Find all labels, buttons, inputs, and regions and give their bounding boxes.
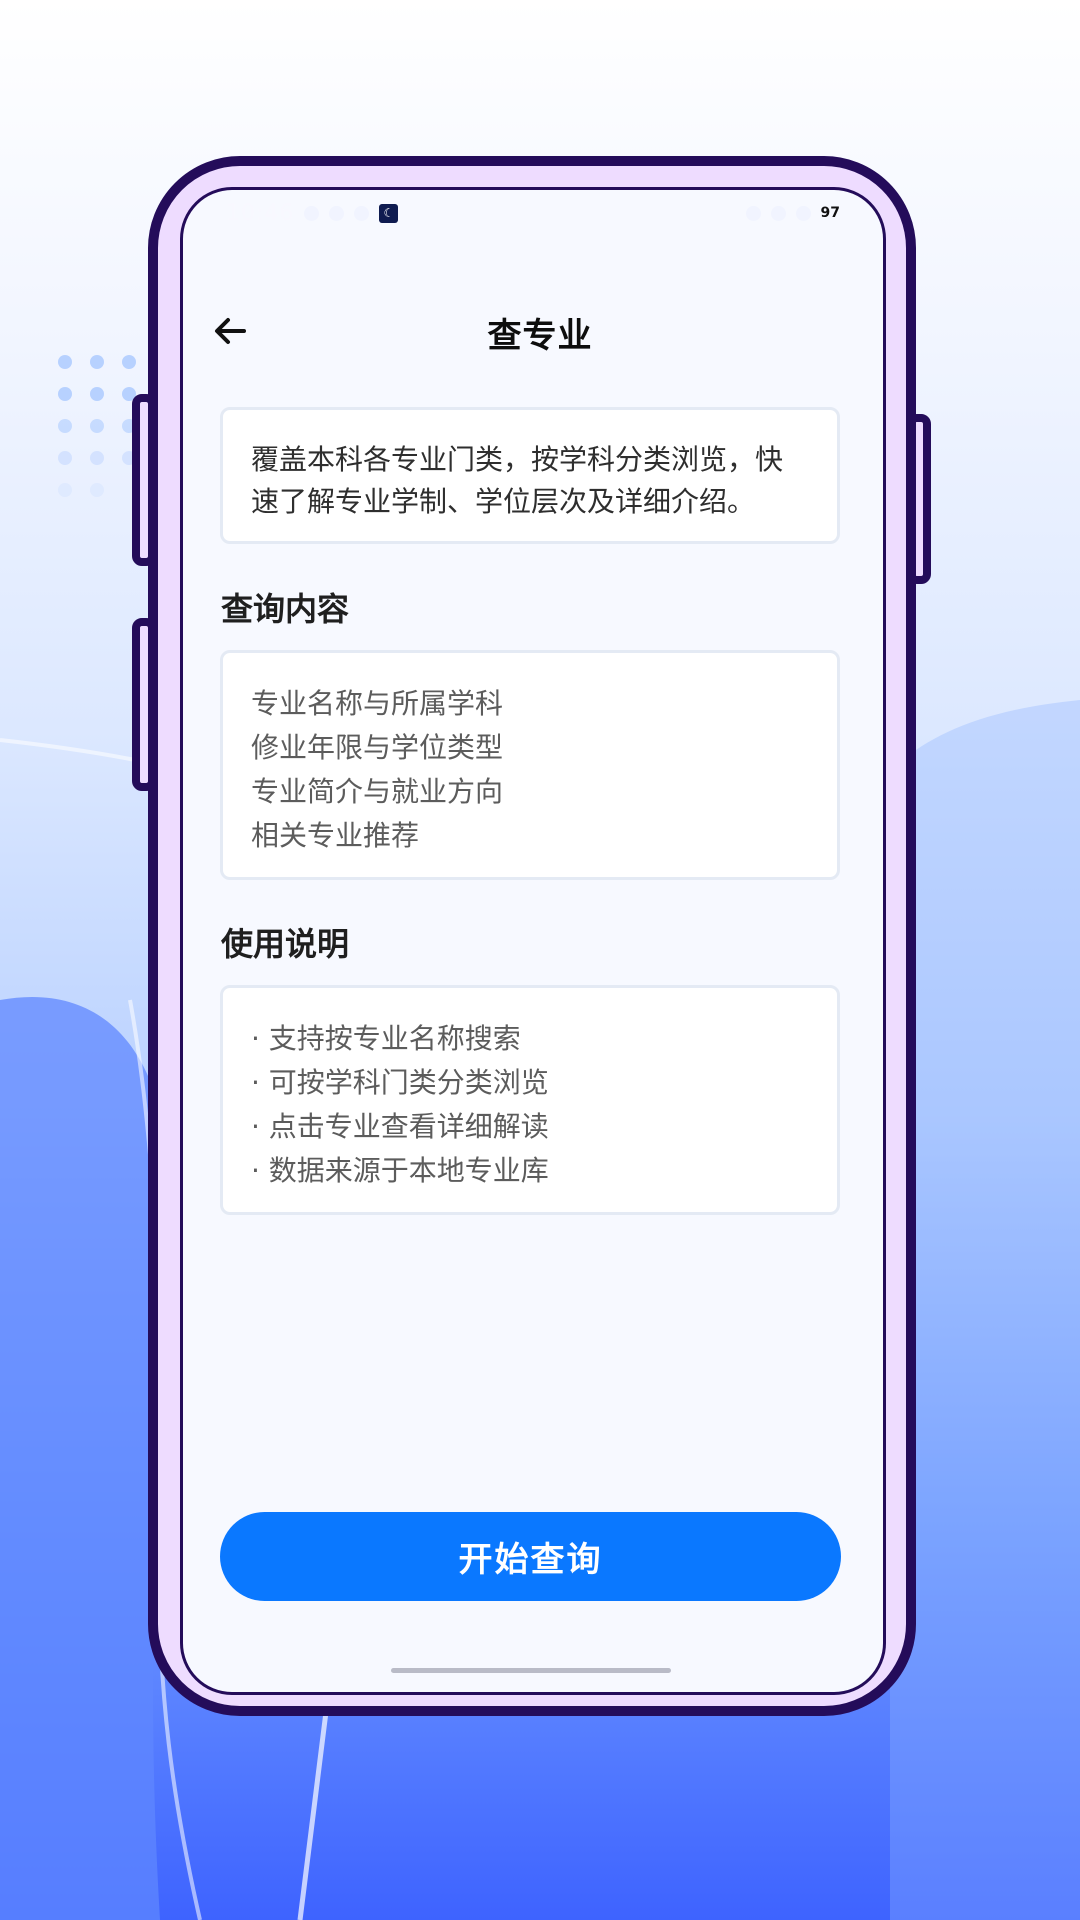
start-query-button[interactable]: 开始查询	[220, 1512, 841, 1601]
status-right: 97	[745, 205, 840, 221]
moon-icon: ☾	[379, 203, 399, 223]
usage-list-item: · 可按学科门类分类浏览	[251, 1066, 549, 1099]
battery-icon	[795, 205, 811, 221]
status-left: 10:46 ☾	[226, 200, 399, 226]
content-list: 专业名称与所属学科 修业年限与学位类型 专业简介与就业方向 相关专业推荐	[251, 682, 809, 858]
usage-list-item: · 支持按专业名称搜索	[251, 1022, 521, 1055]
intro-text: 覆盖本科各专业门类，按学科分类浏览，快速了解专业学制、学位层次及详细介绍。	[251, 443, 784, 518]
usage-list-item: · 数据来源于本地专业库	[251, 1154, 549, 1187]
usage-list: · 支持按专业名称搜索 · 可按学科门类分类浏览 · 点击专业查看详细解读 · …	[251, 1017, 809, 1193]
content-list-item: 修业年限与学位类型	[251, 731, 504, 764]
status-bar: 10:46 ☾ 97	[180, 187, 886, 239]
status-icon	[354, 205, 370, 221]
usage-section-title: 使用说明	[221, 925, 350, 963]
intro-card: 覆盖本科各专业门类，按学科分类浏览，快速了解专业学制、学位层次及详细介绍。	[220, 407, 840, 544]
content-list-item: 专业名称与所属学科	[251, 687, 504, 720]
content-list-item: 相关专业推荐	[251, 819, 420, 852]
home-indicator	[391, 1668, 671, 1673]
content-section-title: 查询内容	[221, 590, 350, 628]
status-icon	[329, 205, 345, 221]
usage-list-item: · 点击专业查看详细解读	[251, 1110, 549, 1143]
usage-card: · 支持按专业名称搜索 · 可按学科门类分类浏览 · 点击专业查看详细解读 · …	[220, 985, 840, 1215]
signal-icon	[745, 205, 761, 221]
battery-percent: 97	[820, 205, 840, 221]
status-icon	[304, 205, 320, 221]
content-card: 专业名称与所属学科 修业年限与学位类型 专业简介与就业方向 相关专业推荐	[220, 650, 840, 880]
status-time: 10:46	[226, 200, 295, 226]
content-list-item: 专业简介与就业方向	[251, 775, 504, 808]
wifi-icon	[770, 205, 786, 221]
page-title: 查专业	[487, 316, 593, 356]
